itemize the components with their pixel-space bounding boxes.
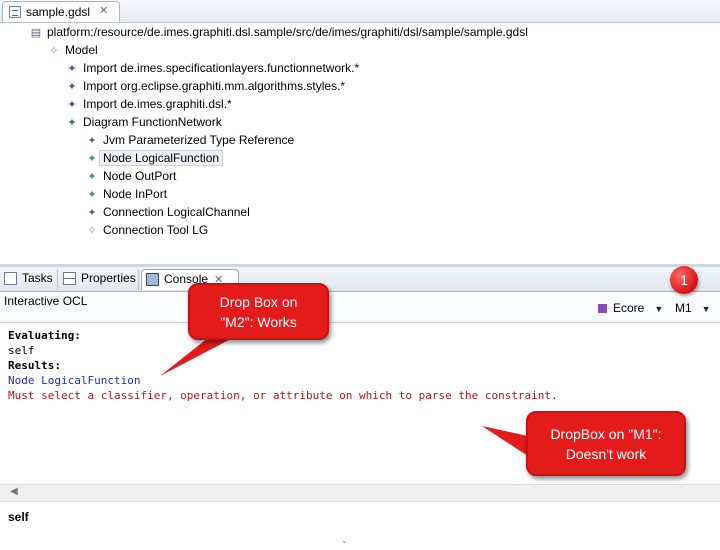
ocl-input-text: self [8, 510, 29, 524]
tree-item-node-outport[interactable]: ✦ Node OutPort [85, 167, 176, 185]
callout-m2-works: Drop Box on "M2": Works [188, 283, 329, 340]
diagram-element-icon: ✦ [67, 117, 77, 129]
node-element-icon: ✦ [87, 189, 97, 201]
console-icon [146, 273, 159, 286]
horizontal-scrollbar[interactable]: ◀ [0, 484, 720, 502]
tab-properties[interactable]: Properties [59, 269, 139, 290]
error-line: Must select a classifier, operation, or … [8, 389, 558, 402]
connection-element-icon: ✦ [87, 207, 97, 219]
text-cursor-icon: ˇ [343, 540, 346, 550]
model-tree: ▤ platform:/resource/de.imes.graphiti.dsl… [0, 23, 720, 263]
scroll-left-arrow-icon[interactable]: ◀ [10, 486, 18, 497]
properties-icon [63, 272, 76, 285]
close-icon[interactable]: ✕ [99, 4, 108, 17]
editor-tab-sample-gdsl[interactable]: sample.gdsl ✕ [2, 1, 120, 22]
node-element-icon: ✦ [87, 171, 97, 183]
editor-tab-bar: sample.gdsl ✕ [0, 0, 720, 23]
ecore-cube-icon [598, 304, 607, 313]
output-line: self [8, 344, 35, 357]
metalevel-dropdown[interactable]: M1 ▼ [675, 301, 711, 315]
ocl-input-area[interactable]: self ˇ [0, 502, 720, 550]
gdsl-file-icon [9, 6, 21, 18]
tree-item-jvm-type-ref[interactable]: ✦ Jvm Parameterized Type Reference [85, 131, 294, 149]
console-header: Interactive OCL Ecore ▼ M1 ▼ [0, 292, 720, 323]
tree-item-connection-tool-lg[interactable]: ✧ Connection Tool LG [85, 221, 208, 239]
output-line: Evaluating: [8, 329, 81, 342]
editor-tab-label: sample.gdsl [26, 5, 91, 19]
type-reference-icon: ✦ [87, 135, 97, 147]
tree-item-import[interactable]: ✦ Import de.imes.graphiti.dsl.* [65, 95, 231, 113]
callout-m1-doesnt-work: DropBox on "M1": Doesn't work [526, 411, 686, 476]
tree-root-resource[interactable]: ▤ platform:/resource/de.imes.graphiti.dsl… [29, 23, 528, 41]
import-element-icon: ✦ [67, 81, 77, 93]
tree-item-node-inport[interactable]: ✦ Node InPort [85, 185, 167, 203]
node-element-icon: ✦ [87, 153, 97, 165]
tasks-icon [4, 272, 17, 285]
resource-icon: ▤ [30, 27, 42, 39]
step-number-badge: 1 [670, 266, 698, 294]
import-element-icon: ✦ [67, 63, 77, 75]
tool-element-icon: ✧ [87, 225, 97, 237]
tree-item-model[interactable]: ✧ Model [47, 41, 97, 59]
console-title: Interactive OCL [4, 294, 88, 308]
import-element-icon: ✦ [67, 99, 77, 111]
tree-item-import[interactable]: ✦ Import org.eclipse.graphiti.mm.algorith… [65, 77, 345, 95]
tree-item-connection-logicalchannel[interactable]: ✦ Connection LogicalChannel [85, 203, 249, 221]
tree-item-node-logicalfunction[interactable]: ✦ Node LogicalFunction [85, 149, 224, 167]
tab-tasks[interactable]: Tasks [0, 269, 58, 290]
result-line: Node LogicalFunction [8, 374, 141, 387]
ecore-dropdown[interactable]: Ecore ▼ [598, 301, 663, 315]
tree-item-diagram[interactable]: ✦ Diagram FunctionNetwork [65, 113, 221, 131]
model-element-icon: ✧ [49, 45, 59, 57]
tree-item-import[interactable]: ✦ Import de.imes.specificationlayers.func… [65, 59, 359, 77]
chevron-down-icon: ▼ [701, 304, 711, 314]
view-tab-bar: Tasks Properties Console ✕ [0, 267, 720, 292]
output-line: Results: [8, 359, 61, 372]
chevron-down-icon: ▼ [654, 304, 664, 314]
